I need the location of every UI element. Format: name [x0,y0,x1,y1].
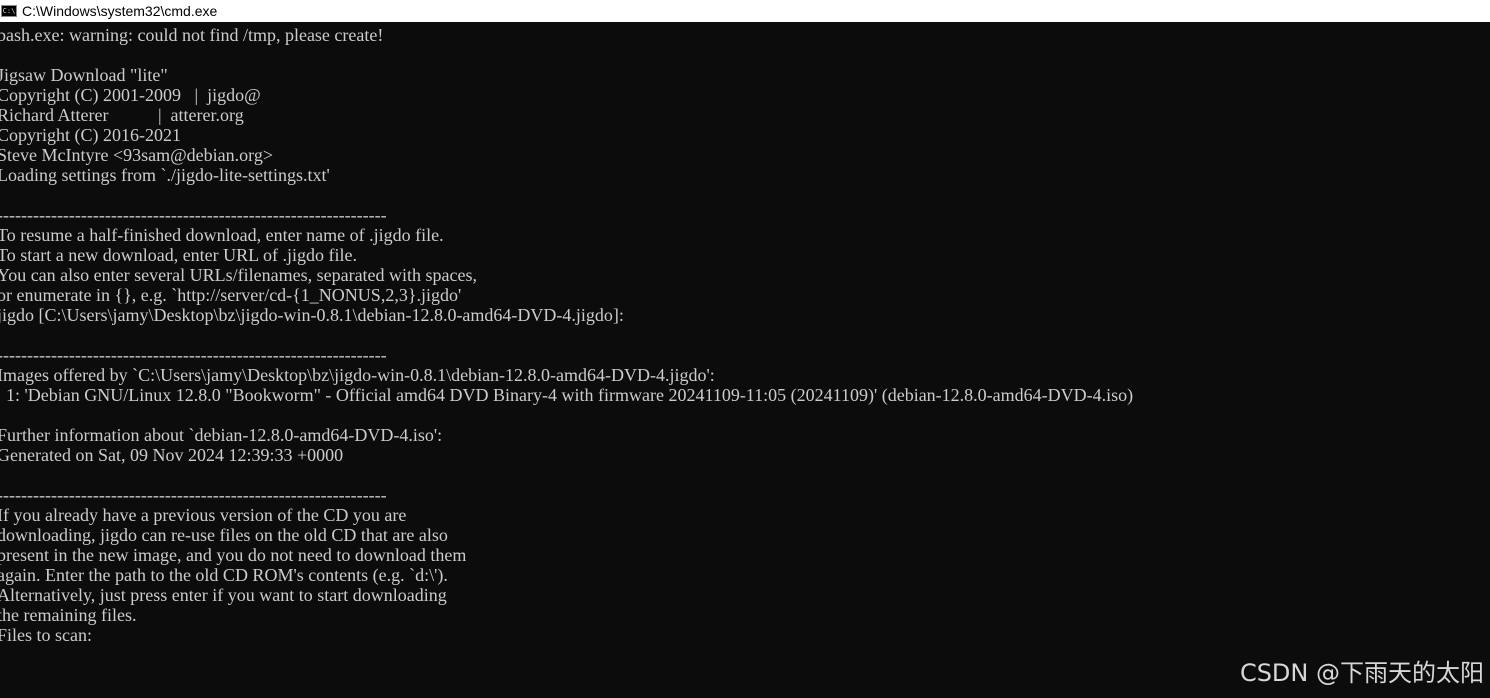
console-line: If you already have a previous version o… [0,505,407,525]
console-line: Jigsaw Download "lite" [0,65,168,85]
cmd-window: C:\ C:\Windows\system32\cmd.exe bash.exe… [0,0,1490,698]
console-line: bash.exe: warning: could not find /tmp, … [0,25,384,45]
console-line: again. Enter the path to the old CD ROM'… [0,565,448,585]
cmd-console-icon: C:\ [1,5,17,17]
console-line: downloading, jigdo can re-use files on t… [0,525,448,545]
console-line: Further information about `debian-12.8.0… [0,425,443,445]
console-line: To resume a half-finished download, ente… [0,225,444,245]
console-line: 1: 'Debian GNU/Linux 12.8.0 "Bookworm" -… [0,385,1134,405]
console-line: ----------------------------------------… [0,485,387,505]
console-line: Generated on Sat, 09 Nov 2024 12:39:33 +… [0,445,344,465]
console-line: Copyright (C) 2016-2021 [0,125,181,145]
console-line: the remaining files. [0,605,137,625]
console-line: Loading settings from `./jigdo-lite-sett… [0,165,330,185]
csdn-watermark: CSDN @下雨天的太阳 [1239,659,1484,687]
console-line: Files to scan: [0,625,92,645]
console-line: present in the new image, and you do not… [0,545,467,565]
console-line: Steve McIntyre <93sam@debian.org> [0,145,273,165]
console-line: ----------------------------------------… [0,205,387,225]
console-line: jigdo [C:\Users\jamy\Desktop\bz\jigdo-wi… [0,305,624,325]
console-line: ----------------------------------------… [0,345,387,365]
console-line: You can also enter several URLs/filename… [0,265,478,285]
console-text: bash.exe: warning: could not find /tmp, … [0,25,1133,645]
console-line: Images offered by `C:\Users\jamy\Desktop… [0,365,715,385]
console-line: or enumerate in {}, e.g. `http://server/… [0,285,462,305]
window-title: C:\Windows\system32\cmd.exe [22,3,218,19]
console-line: Richard Atterer | atterer.org [0,105,244,125]
console-line: Copyright (C) 2001-2009 | jigdo@ [0,85,261,105]
console-output-area[interactable]: bash.exe: warning: could not find /tmp, … [0,22,1490,698]
console-line: To start a new download, enter URL of .j… [0,245,357,265]
console-line: Alternatively, just press enter if you w… [0,585,447,605]
title-bar[interactable]: C:\ C:\Windows\system32\cmd.exe [0,0,1490,22]
cmd-console-icon-glyph: C:\ [2,6,16,15]
